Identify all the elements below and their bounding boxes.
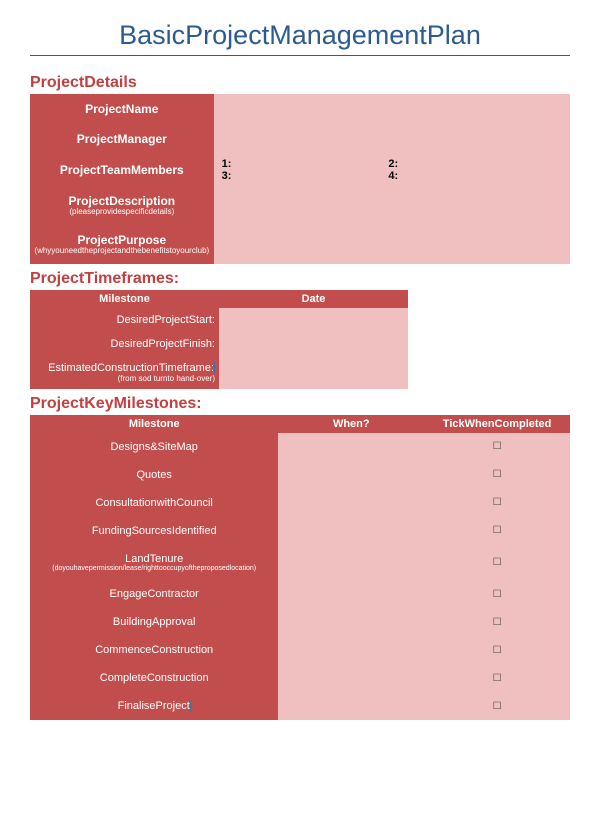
km-row-tick[interactable]: ☐ (424, 580, 570, 608)
row-description-label: ProjectDescription (pleaseprovidespecifi… (30, 186, 214, 225)
tf-row-start-label: DesiredProjectStart: (30, 308, 219, 332)
milestones-table: Milestone When? TickWhenCompleted Design… (30, 415, 570, 721)
tf-row-est-value[interactable] (219, 356, 408, 389)
row-team-label: ProjectTeamMembers (30, 154, 214, 186)
km-row-tick[interactable]: ☐ (424, 664, 570, 692)
km-row-when[interactable] (278, 580, 424, 608)
km-row-label: Quotes (30, 461, 278, 489)
km-row-label: ConsultationwithCouncil (30, 489, 278, 517)
km-row-tick[interactable]: ☐ (424, 608, 570, 636)
km-row-label: EngageContractor (30, 580, 278, 608)
km-row-when[interactable] (278, 545, 424, 581)
row-project-name-value[interactable] (214, 94, 570, 124)
km-row-when[interactable] (278, 608, 424, 636)
text-cursor-icon (214, 362, 215, 373)
page-title: BasicProjectManagementPlan (30, 20, 570, 56)
tf-col-milestone: Milestone (30, 290, 219, 308)
row-project-manager-value[interactable] (214, 124, 570, 154)
km-row-when[interactable] (278, 636, 424, 664)
km-row-tick[interactable]: ☐ (424, 489, 570, 517)
km-row-when[interactable] (278, 517, 424, 545)
km-row-label: CompleteConstruction (30, 664, 278, 692)
row-project-manager-label: ProjectManager (30, 124, 214, 154)
km-row-when[interactable] (278, 664, 424, 692)
team-slot-1: 1: (222, 158, 389, 170)
km-col-milestone: Milestone (30, 415, 278, 433)
km-row-tick[interactable]: ☐ (424, 433, 570, 461)
km-row-label: Designs&SiteMap (30, 433, 278, 461)
row-team-value[interactable]: 1:2: 3:4: (214, 154, 570, 186)
tf-row-start-value[interactable] (219, 308, 408, 332)
km-col-when: When? (278, 415, 424, 433)
km-row-tick[interactable]: ☐ (424, 692, 570, 720)
section-heading-details: ProjectDetails (30, 74, 570, 92)
tf-row-finish-value[interactable] (219, 332, 408, 356)
km-row-tick[interactable]: ☐ (424, 636, 570, 664)
km-row-label: FinaliseProject (30, 692, 278, 720)
km-row-when[interactable] (278, 489, 424, 517)
km-row-tick[interactable]: ☐ (424, 545, 570, 581)
row-project-name-label: ProjectName (30, 94, 214, 124)
tf-row-est-label: EstimatedConstructionTimeframe: (from so… (30, 356, 219, 389)
km-row-tick[interactable]: ☐ (424, 461, 570, 489)
text-cursor-icon (190, 701, 191, 712)
km-row-label: CommenceConstruction (30, 636, 278, 664)
team-slot-2: 2: (388, 158, 555, 170)
km-row-when[interactable] (278, 433, 424, 461)
km-row-label: FundingSourcesIdentified (30, 517, 278, 545)
row-purpose-value[interactable] (214, 225, 570, 264)
km-row-tick[interactable]: ☐ (424, 517, 570, 545)
timeframes-table: Milestone Date DesiredProjectStart: Desi… (30, 290, 408, 389)
tf-col-date: Date (219, 290, 408, 308)
km-row-label: BuildingApproval (30, 608, 278, 636)
tf-row-finish-label: DesiredProjectFinish: (30, 332, 219, 356)
km-row-label: LandTenure(doyouhavepermission/lease/rig… (30, 545, 278, 581)
section-heading-timeframes: ProjectTimeframes: (30, 270, 570, 288)
km-row-when[interactable] (278, 461, 424, 489)
team-slot-3: 3: (222, 170, 389, 182)
row-description-value[interactable] (214, 186, 570, 225)
team-slot-4: 4: (388, 170, 555, 182)
project-details-table: ProjectName ProjectManager ProjectTeamMe… (30, 94, 570, 264)
row-purpose-label: ProjectPurpose (whyyouneedtheprojectandt… (30, 225, 214, 264)
km-col-tick: TickWhenCompleted (424, 415, 570, 433)
section-heading-milestones: ProjectKeyMilestones: (30, 395, 570, 413)
km-row-when[interactable] (278, 692, 424, 720)
